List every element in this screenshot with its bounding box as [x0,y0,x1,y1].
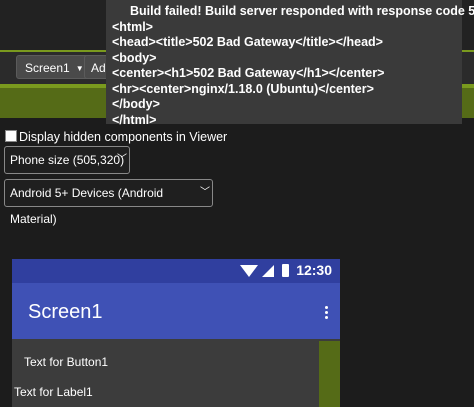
phone-preview: 12:30 Screen1 Text for Button1 Text for … [12,259,340,407]
error-line: <center><h1>502 Bad Gateway</h1></center… [112,66,385,80]
caret-down-icon: ▼ [75,63,84,73]
error-line: <hr><center>nginx/1.18.0 (Ubuntu)</cente… [112,81,374,96]
hidden-components-checkbox[interactable] [5,130,17,142]
theme-select[interactable]: Android 5+ Devices (Android Material) ﹀ [4,179,213,226]
signal-icon [262,265,274,277]
preview-scroll-strip [319,341,340,407]
wifi-icon [240,265,258,277]
error-line: <head><title>502 Bad Gateway</title></he… [112,35,383,49]
hidden-components-option: Display hidden components in Viewer [5,130,227,144]
chevron-down-icon: ﹀ [200,187,210,198]
hidden-components-label: Display hidden components in Viewer [19,130,228,144]
build-error-popup: Build failed! Build server responded wit… [106,0,474,127]
chevron-down-icon: ﹀ [117,154,127,165]
phone-size-select[interactable]: Phone size (505,320) ﹀ [4,146,130,174]
error-line: </body> [112,97,160,111]
label1: Text for Label1 [14,385,93,399]
status-time: 12:30 [296,262,332,278]
button1[interactable]: Text for Button1 [24,355,108,369]
overflow-menu-icon[interactable] [325,306,328,321]
status-bar: 12:30 [12,259,340,283]
phone-size-value: Phone size (505,320) [10,153,125,167]
error-line: <body> [112,50,157,65]
error-message: Build failed! Build server responded wit… [130,4,474,18]
error-line: <html> [112,19,153,34]
screen-title: Screen1 [28,301,103,323]
battery-icon [282,264,289,277]
screen-select-button[interactable]: Screen1 ▼ [16,55,93,79]
error-line: </html> [112,112,157,127]
screen-select-label: Screen1 [25,61,70,75]
theme-value: Android 5+ Devices (Android Material) [10,186,164,226]
